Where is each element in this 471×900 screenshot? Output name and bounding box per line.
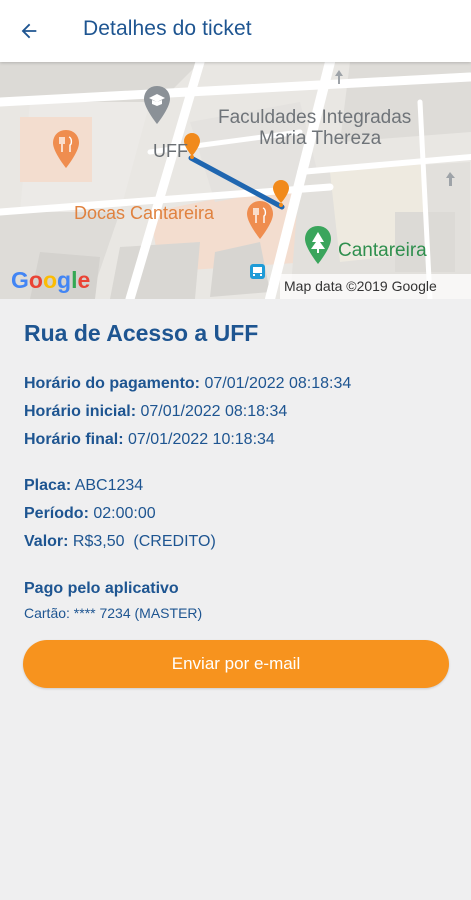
page-title: Detalhes do ticket (83, 17, 252, 40)
period-value: 02:00:00 (93, 505, 156, 522)
map-attribution[interactable]: Map data ©2019 Google (284, 278, 437, 294)
payment-method-title: Pago pelo aplicativo (24, 580, 179, 597)
app-bar: Detalhes do ticket (0, 0, 471, 62)
ticket-details: Rua de Acesso a UFF Horário do pagamento… (24, 318, 449, 624)
map-label-faculdades-1: Faculdades Integradas (218, 107, 411, 128)
start-time-row: Horário inicial: 07/01/2022 08:18:34 (24, 398, 449, 426)
map-label-uff: UFF (153, 141, 188, 161)
map-label-docas: Docas Cantareira (74, 203, 215, 223)
street-name: Rua de Acesso a UFF (24, 320, 259, 346)
map-label-faculdades-2: Maria Thereza (259, 128, 382, 149)
end-time-label: Horário final: (24, 431, 124, 448)
map-label-cantareira: Cantareira (338, 240, 427, 261)
start-time-value: 07/01/2022 08:18:34 (140, 403, 288, 420)
end-time-value: 07/01/2022 10:18:34 (128, 431, 275, 448)
route-map[interactable]: UFF Faculdades Integradas Maria Thereza … (0, 62, 471, 299)
start-time-label: Horário inicial: (24, 403, 137, 420)
amount-label: Valor: (24, 533, 69, 550)
plate-row: Placa: ABC1234 (24, 472, 449, 500)
payment-time-value: 07/01/2022 08:18:34 (204, 375, 352, 392)
google-logo: Google (11, 267, 90, 293)
svg-text:Google: Google (11, 267, 90, 293)
back-button[interactable] (14, 16, 44, 46)
plate-value: ABC1234 (74, 477, 144, 494)
card-info: Cartão: **** 7234 (MASTER) (24, 605, 203, 621)
bus-stop-icon (250, 264, 265, 279)
period-label: Período: (24, 505, 89, 522)
amount-value: R$3,50 (CREDITO) (72, 533, 216, 550)
send-email-button[interactable]: Enviar por e-mail (23, 640, 449, 688)
payment-time-row: Horário do pagamento: 07/01/2022 08:18:3… (24, 370, 449, 398)
plate-label: Placa: (24, 477, 72, 494)
payment-time-label: Horário do pagamento: (24, 375, 201, 392)
amount-row: Valor: R$3,50 (CREDITO) (24, 528, 449, 556)
period-row: Período: 02:00:00 (24, 500, 449, 528)
end-time-row: Horário final: 07/01/2022 10:18:34 (24, 426, 449, 454)
arrow-left-icon (21, 23, 37, 39)
